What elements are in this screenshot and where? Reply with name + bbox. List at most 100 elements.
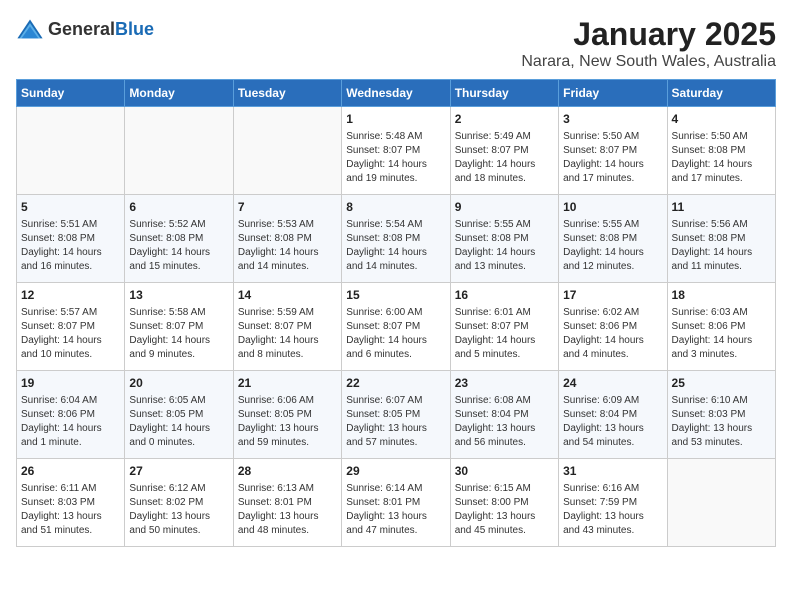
day-info-line: and 4 minutes. xyxy=(563,348,662,362)
weekday-header: Tuesday xyxy=(233,80,341,107)
day-info-line: and 11 minutes. xyxy=(672,260,771,274)
calendar-day-cell: 28Sunrise: 6:13 AMSunset: 8:01 PMDayligh… xyxy=(233,459,341,547)
title-block: January 2025 Narara, New South Wales, Au… xyxy=(521,16,776,71)
day-info-line: and 54 minutes. xyxy=(563,436,662,450)
calendar-day-cell: 22Sunrise: 6:07 AMSunset: 8:05 PMDayligh… xyxy=(342,371,450,459)
calendar-day-cell: 25Sunrise: 6:10 AMSunset: 8:03 PMDayligh… xyxy=(667,371,775,459)
calendar-day-cell: 1Sunrise: 5:48 AMSunset: 8:07 PMDaylight… xyxy=(342,107,450,195)
day-info-line: and 6 minutes. xyxy=(346,348,445,362)
day-info-line: Sunset: 8:08 PM xyxy=(672,144,771,158)
day-info-line: Daylight: 14 hours xyxy=(346,246,445,260)
day-info-line: Daylight: 14 hours xyxy=(129,334,228,348)
weekday-header: Monday xyxy=(125,80,233,107)
calendar-week-row: 19Sunrise: 6:04 AMSunset: 8:06 PMDayligh… xyxy=(17,371,776,459)
calendar-subtitle: Narara, New South Wales, Australia xyxy=(521,53,776,71)
day-info-line: Daylight: 13 hours xyxy=(563,510,662,524)
calendar-day-cell xyxy=(667,459,775,547)
day-info-line: Sunset: 8:08 PM xyxy=(21,232,120,246)
day-number: 22 xyxy=(346,375,445,392)
day-number: 14 xyxy=(238,287,337,304)
calendar-day-cell: 24Sunrise: 6:09 AMSunset: 8:04 PMDayligh… xyxy=(559,371,667,459)
day-info-line: Sunset: 8:07 PM xyxy=(346,320,445,334)
calendar-day-cell: 3Sunrise: 5:50 AMSunset: 8:07 PMDaylight… xyxy=(559,107,667,195)
day-info-line: and 8 minutes. xyxy=(238,348,337,362)
day-number: 11 xyxy=(672,199,771,216)
calendar-day-cell: 20Sunrise: 6:05 AMSunset: 8:05 PMDayligh… xyxy=(125,371,233,459)
day-info-line: Sunset: 8:07 PM xyxy=(455,144,554,158)
day-info-line: Sunrise: 5:53 AM xyxy=(238,218,337,232)
day-number: 13 xyxy=(129,287,228,304)
day-info-line: Sunset: 8:08 PM xyxy=(563,232,662,246)
weekday-header: Saturday xyxy=(667,80,775,107)
day-info-line: Sunset: 8:07 PM xyxy=(129,320,228,334)
day-info-line: Daylight: 14 hours xyxy=(455,334,554,348)
calendar-day-cell: 16Sunrise: 6:01 AMSunset: 8:07 PMDayligh… xyxy=(450,283,558,371)
logo-blue-text: Blue xyxy=(115,19,154,39)
calendar-week-row: 1Sunrise: 5:48 AMSunset: 8:07 PMDaylight… xyxy=(17,107,776,195)
day-info-line: Sunrise: 6:01 AM xyxy=(455,306,554,320)
day-number: 17 xyxy=(563,287,662,304)
day-info-line: Sunset: 8:07 PM xyxy=(563,144,662,158)
day-info-line: Daylight: 14 hours xyxy=(672,334,771,348)
day-info-line: Daylight: 14 hours xyxy=(455,158,554,172)
day-info-line: and 17 minutes. xyxy=(672,172,771,186)
day-info-line: Daylight: 14 hours xyxy=(238,334,337,348)
day-info-line: Sunrise: 6:11 AM xyxy=(21,482,120,496)
logo-general-text: General xyxy=(48,19,115,39)
day-info-line: and 48 minutes. xyxy=(238,524,337,538)
day-info-line: and 0 minutes. xyxy=(129,436,228,450)
calendar-day-cell: 30Sunrise: 6:15 AMSunset: 8:00 PMDayligh… xyxy=(450,459,558,547)
day-info-line: Daylight: 14 hours xyxy=(129,422,228,436)
calendar-day-cell: 15 Sunrise: 6:00 AMSunset: 8:07 PMDayligh… xyxy=(342,283,450,371)
day-number: 21 xyxy=(238,375,337,392)
day-info-line: and 13 minutes. xyxy=(455,260,554,274)
day-info-line: and 43 minutes. xyxy=(563,524,662,538)
day-info-line: Daylight: 13 hours xyxy=(563,422,662,436)
day-info-line: Sunrise: 5:50 AM xyxy=(563,130,662,144)
page-header: GeneralBlue January 2025 Narara, New Sou… xyxy=(16,16,776,71)
day-number: 15 xyxy=(346,287,445,304)
day-info-line: Sunset: 8:08 PM xyxy=(129,232,228,246)
day-info-line: and 59 minutes. xyxy=(238,436,337,450)
day-info-line: Sunset: 8:04 PM xyxy=(563,408,662,422)
day-info-line: Daylight: 13 hours xyxy=(346,422,445,436)
day-info-line: Sunset: 8:07 PM xyxy=(238,320,337,334)
day-info-line: Sunrise: 6:00 AM xyxy=(346,306,445,320)
day-info-line: Sunset: 8:07 PM xyxy=(346,144,445,158)
calendar-day-cell: 13 Sunrise: 5:58 AMSunset: 8:07 PMDayligh… xyxy=(125,283,233,371)
day-info-line: Daylight: 14 hours xyxy=(21,334,120,348)
day-info-line: Sunset: 8:02 PM xyxy=(129,496,228,510)
calendar-day-cell: 19Sunrise: 6:04 AMSunset: 8:06 PMDayligh… xyxy=(17,371,125,459)
day-info-line: Sunset: 7:59 PM xyxy=(563,496,662,510)
day-info-line: and 1 minute. xyxy=(21,436,120,450)
day-info-line: Daylight: 14 hours xyxy=(238,246,337,260)
day-info-line: Sunrise: 6:12 AM xyxy=(129,482,228,496)
day-info-line: Daylight: 14 hours xyxy=(563,158,662,172)
day-info-line: and 53 minutes. xyxy=(672,436,771,450)
day-info-line: and 57 minutes. xyxy=(346,436,445,450)
day-info-line: Daylight: 13 hours xyxy=(21,510,120,524)
calendar-day-cell: 21Sunrise: 6:06 AMSunset: 8:05 PMDayligh… xyxy=(233,371,341,459)
day-info-line: Sunrise: 6:09 AM xyxy=(563,394,662,408)
day-info-line: Sunset: 8:08 PM xyxy=(672,232,771,246)
day-number: 30 xyxy=(455,463,554,480)
day-info-line: Sunset: 8:01 PM xyxy=(238,496,337,510)
day-number: 25 xyxy=(672,375,771,392)
calendar-week-row: 26Sunrise: 6:11 AMSunset: 8:03 PMDayligh… xyxy=(17,459,776,547)
day-info-line: Sunrise: 5:55 AM xyxy=(455,218,554,232)
day-info-line: and 15 minutes. xyxy=(129,260,228,274)
day-info-line: Daylight: 14 hours xyxy=(346,334,445,348)
day-info-line: Sunrise: 5:57 AM xyxy=(21,306,120,320)
logo: GeneralBlue xyxy=(16,16,154,44)
weekday-header: Thursday xyxy=(450,80,558,107)
day-info-line: and 47 minutes. xyxy=(346,524,445,538)
logo-icon xyxy=(16,16,44,44)
calendar-day-cell xyxy=(17,107,125,195)
day-info-line: Sunset: 8:08 PM xyxy=(346,232,445,246)
day-info-line: Sunrise: 6:13 AM xyxy=(238,482,337,496)
calendar-week-row: 5Sunrise: 5:51 AMSunset: 8:08 PMDaylight… xyxy=(17,195,776,283)
day-info-line: Sunrise: 5:58 AM xyxy=(129,306,228,320)
calendar-day-cell: 17Sunrise: 6:02 AMSunset: 8:06 PMDayligh… xyxy=(559,283,667,371)
calendar-day-cell: 18Sunrise: 6:03 AMSunset: 8:06 PMDayligh… xyxy=(667,283,775,371)
day-number: 10 xyxy=(563,199,662,216)
